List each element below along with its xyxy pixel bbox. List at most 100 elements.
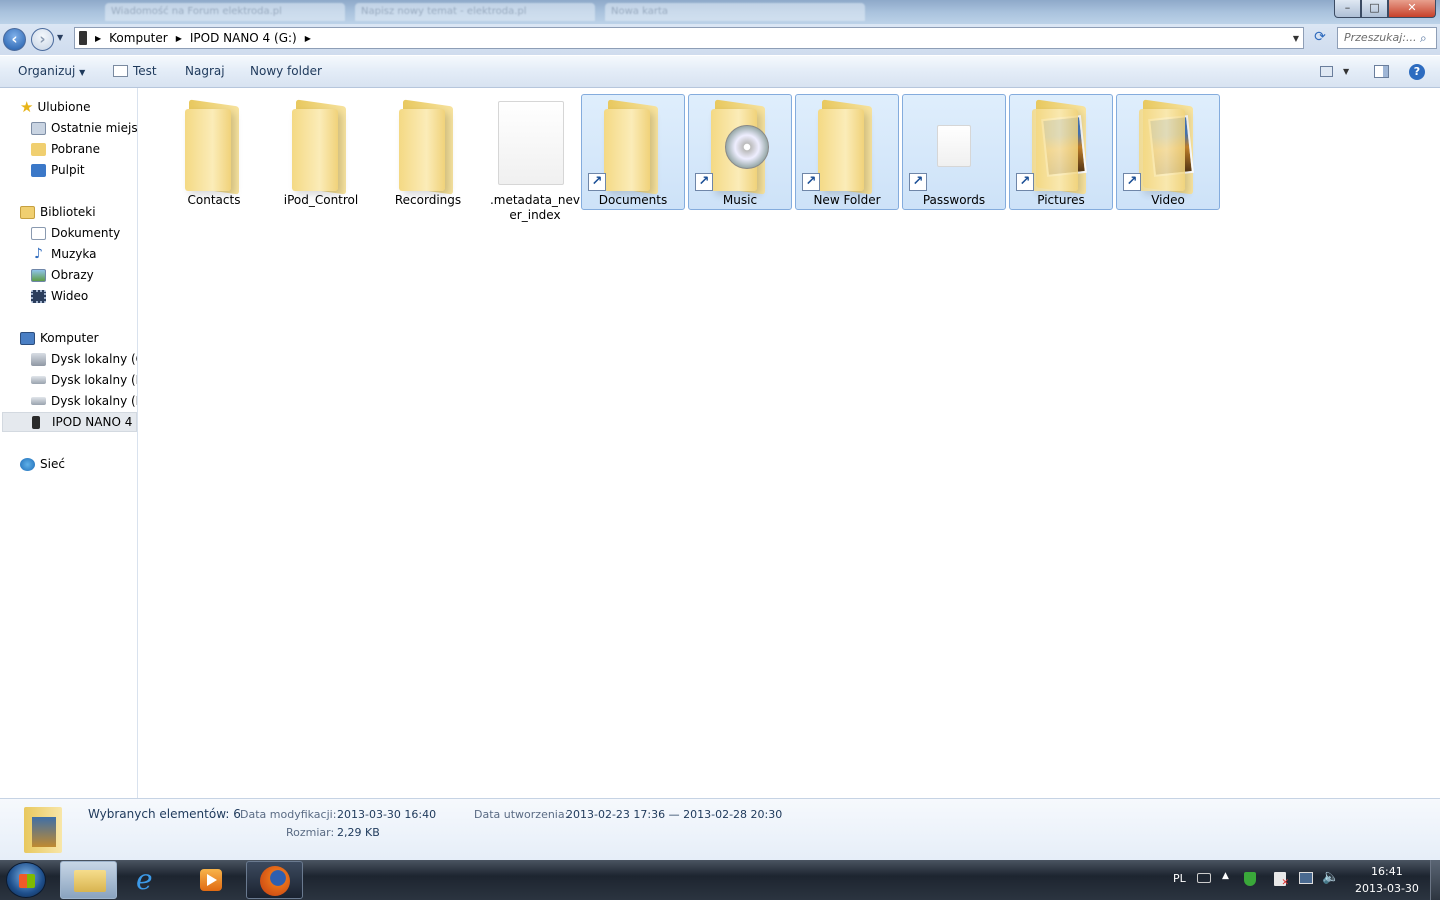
maximize-button[interactable]: □	[1361, 0, 1388, 18]
nav-downloads[interactable]: Pobrane	[31, 139, 100, 159]
folder-icon	[711, 99, 771, 195]
created-value: 2013-02-23 17:36 — 2013-02-28 20:30	[566, 808, 783, 821]
nav-ipod-label: IPOD NANO 4 (G:)	[52, 415, 136, 429]
refresh-icon[interactable]: ⟳	[1308, 29, 1332, 49]
organize-button[interactable]: Organizuj ▼	[18, 64, 85, 78]
language-indicator[interactable]: PL	[1173, 872, 1186, 885]
modified-value: 2013-03-30 16:40	[337, 808, 437, 821]
computer-icon	[20, 331, 35, 345]
nav-favorites[interactable]: ★ Ulubione	[20, 97, 90, 117]
folder-icon	[1139, 99, 1199, 195]
new-folder-button[interactable]: Nowy folder	[250, 64, 322, 78]
folder-icon	[604, 99, 664, 195]
file-item-video[interactable]: ↗ Video	[1116, 94, 1220, 210]
nav-drive-d[interactable]: Dysk lokalny (D:	[31, 370, 137, 390]
volume-icon[interactable]: 🔈	[1322, 869, 1339, 885]
file-name: Contacts	[187, 193, 241, 207]
action-center-flag-icon[interactable]: ✕	[1274, 872, 1289, 888]
folder-icon	[74, 870, 106, 892]
taskbar: e PL ▲ ✕ 🔈 16:41 2013-03-30	[0, 860, 1440, 900]
nav-drive-e-label: Dysk lokalny (E:)	[51, 394, 137, 408]
drive-icon	[31, 352, 46, 366]
close-button[interactable]: ✕	[1388, 0, 1436, 18]
network-status-icon[interactable]	[1299, 872, 1313, 884]
folder-icon	[292, 99, 352, 195]
test-button[interactable]: Test	[113, 64, 157, 78]
breadcrumb-separator-icon[interactable]: ▶	[174, 34, 184, 43]
created-label: Data utworzenia:	[474, 808, 569, 821]
internet-explorer-taskbar-button[interactable]: e	[122, 861, 179, 899]
title-bar: Wiadomość na Forum elektroda.pl Napisz n…	[0, 0, 1440, 24]
shortcut-arrow-icon: ↗	[1123, 173, 1141, 191]
file-item-contacts[interactable]: Contacts	[162, 94, 266, 210]
downloads-folder-icon	[31, 142, 46, 156]
nav-videos[interactable]: Wideo	[31, 286, 88, 306]
help-icon[interactable]: ?	[1409, 64, 1425, 80]
nav-libraries[interactable]: Biblioteki	[20, 202, 96, 222]
address-bar[interactable]: ▶ Komputer ▶ IPOD NANO 4 (G:) ▶ ▼	[74, 27, 1304, 49]
breadcrumb-separator-icon[interactable]: ▶	[303, 34, 313, 43]
clock-date[interactable]: 2013-03-30	[1355, 882, 1419, 895]
view-options-icon[interactable]	[1320, 66, 1333, 77]
forward-button[interactable]: ›	[31, 28, 54, 51]
search-icon[interactable]: ⌕	[1420, 31, 1427, 46]
nav-network[interactable]: Sieć	[20, 454, 65, 474]
shortcut-arrow-icon: ↗	[802, 173, 820, 191]
drive-icon	[31, 397, 46, 405]
file-item-pictures[interactable]: ↗ Pictures	[1009, 94, 1113, 210]
folder-icon	[399, 99, 459, 195]
internet-explorer-icon: e	[136, 863, 153, 896]
nav-libraries-label: Biblioteki	[40, 205, 96, 219]
recent-pages-dropdown-icon[interactable]: ▼	[57, 33, 63, 42]
security-shield-icon[interactable]	[1244, 872, 1256, 886]
file-item-metadata-never-index[interactable]: .metadata_never_index	[483, 94, 587, 222]
address-history-dropdown-icon[interactable]: ▼	[1293, 34, 1303, 43]
nav-computer[interactable]: Komputer	[20, 328, 99, 348]
show-hidden-icons-icon[interactable]: ▲	[1222, 871, 1229, 881]
file-name: Recordings	[394, 193, 462, 207]
back-button[interactable]: ‹	[3, 28, 26, 51]
background-tab-3: Nowa karta	[605, 3, 865, 21]
nav-recent-places[interactable]: Ostatnie miejsca	[31, 118, 137, 138]
media-player-taskbar-button[interactable]	[184, 861, 241, 899]
nav-desktop[interactable]: Pulpit	[31, 160, 85, 180]
clock-time[interactable]: 16:41	[1371, 865, 1403, 878]
start-button[interactable]	[6, 862, 46, 898]
show-desktop-button[interactable]	[1430, 860, 1440, 900]
keyboard-icon[interactable]	[1197, 873, 1211, 883]
nav-drive-e[interactable]: Dysk lokalny (E:)	[31, 391, 137, 411]
nav-pictures[interactable]: Obrazy	[31, 265, 94, 285]
nav-videos-label: Wideo	[51, 289, 89, 303]
file-item-music[interactable]: ↗ Music	[688, 94, 792, 210]
details-pane: Wybranych elementów: 6 Data modyfikacji:…	[0, 798, 1440, 860]
file-item-documents[interactable]: ↗ Documents	[581, 94, 685, 210]
explorer-taskbar-button[interactable]	[60, 861, 117, 899]
app-icon	[113, 65, 128, 77]
firefox-icon	[260, 866, 290, 896]
nav-drive-c[interactable]: Dysk lokalny (C:	[31, 349, 137, 369]
breadcrumb-separator-icon[interactable]: ▶	[93, 34, 103, 43]
file-item-new-folder[interactable]: ↗ New Folder	[795, 94, 899, 210]
file-item-passwords[interactable]: ↗ Passwords	[902, 94, 1006, 210]
organize-label: Organizuj	[18, 64, 76, 78]
breadcrumb-komputer[interactable]: Komputer	[103, 31, 174, 45]
file-name: Video	[1151, 193, 1185, 207]
breadcrumb-ipod[interactable]: IPOD NANO 4 (G:)	[184, 31, 303, 45]
burn-button[interactable]: Nagraj	[185, 64, 225, 78]
minimize-button[interactable]: –	[1334, 0, 1361, 18]
view-dropdown-icon[interactable]: ▼	[1343, 67, 1349, 76]
nav-ipod-selected[interactable]: IPOD NANO 4 (G:)	[2, 412, 137, 432]
film-icon	[31, 289, 46, 303]
nav-documents[interactable]: Dokumenty	[31, 223, 120, 243]
nav-drive-c-label: Dysk lokalny (C:	[51, 352, 137, 366]
firefox-taskbar-button[interactable]	[246, 861, 303, 899]
nav-network-label: Sieć	[40, 457, 65, 471]
file-item-recordings[interactable]: Recordings	[376, 94, 480, 210]
drive-icon	[31, 376, 46, 384]
file-item-ipod-control[interactable]: iPod_Control	[269, 94, 373, 210]
file-name: Pictures	[1037, 193, 1085, 207]
preview-pane-icon[interactable]	[1374, 65, 1389, 78]
documents-icon	[31, 226, 46, 240]
command-bar: Organizuj ▼ Test Nagraj Nowy folder ▼ ?	[0, 56, 1440, 88]
nav-music[interactable]: ♪ Muzyka	[31, 244, 96, 264]
